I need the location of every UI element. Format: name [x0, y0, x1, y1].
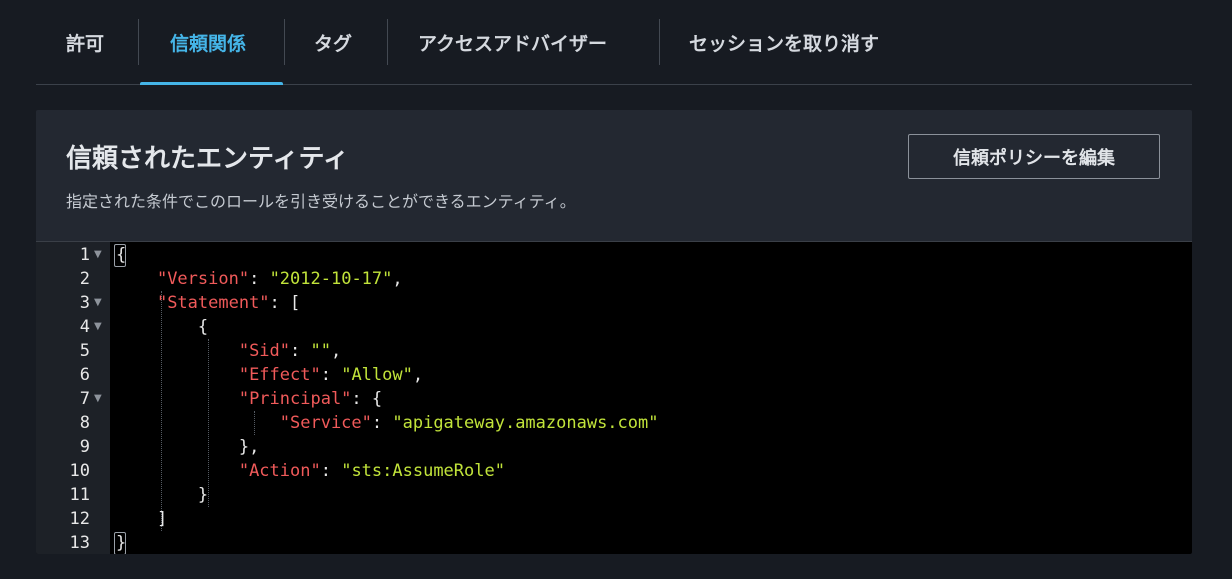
- fold-arrow-icon[interactable]: ▼: [94, 387, 102, 411]
- json-key: "Statement": [156, 293, 270, 313]
- code-line: {: [116, 315, 208, 339]
- code-line: "Service": "apigateway.amazonaws.com": [279, 413, 659, 433]
- line-number: 8: [79, 413, 90, 433]
- line-number: 1: [79, 245, 90, 265]
- code-line: },: [116, 435, 259, 459]
- edit-trust-policy-button[interactable]: 信頼ポリシーを編集: [908, 134, 1160, 179]
- code-token: }: [197, 485, 209, 505]
- tab-divider: [284, 19, 285, 65]
- json-string: "sts:AssumeRole": [341, 461, 505, 481]
- tab-label: 許可: [66, 32, 105, 55]
- code-token: {: [197, 317, 209, 337]
- code-token: {: [116, 245, 127, 265]
- code-line: "Statement": [: [156, 293, 301, 313]
- line-number: 5: [79, 341, 90, 361]
- line-number: 10: [69, 461, 90, 481]
- code-token: [: [290, 293, 301, 313]
- line-number: 4: [79, 317, 90, 337]
- tab-label: セッションを取り消す: [689, 32, 880, 55]
- tab-divider: [659, 19, 660, 65]
- line-number: 3: [79, 293, 90, 313]
- tab-bar: 許可 信頼関係 タグ アクセスアドバイザー セッションを取り消す: [36, 0, 1192, 85]
- tab-revoke-sessions[interactable]: セッションを取り消す: [689, 0, 879, 84]
- json-key: "Principal": [238, 389, 352, 409]
- tab-permissions[interactable]: 許可: [66, 0, 104, 84]
- json-key: "Effect": [238, 365, 321, 385]
- json-string: "": [310, 341, 331, 361]
- fold-arrow-icon[interactable]: ▼: [94, 243, 102, 267]
- active-tab-indicator: [140, 82, 283, 85]
- tab-label: タグ: [314, 32, 353, 55]
- fold-arrow-icon[interactable]: ▼: [94, 291, 102, 315]
- json-key: "Action": [238, 461, 321, 481]
- json-key: "Sid": [238, 341, 291, 361]
- trusted-entities-panel: 信頼されたエンティティ 指定された条件でこのロールを引き受けることができるエンテ…: [36, 110, 1192, 554]
- code-line: "Effect": "Allow",: [238, 365, 424, 385]
- fold-arrow-icon[interactable]: ▼: [94, 315, 102, 339]
- tab-divider: [387, 19, 388, 65]
- tab-label: アクセスアドバイザー: [418, 32, 608, 55]
- code-token: },: [238, 437, 260, 457]
- code-token: {: [371, 389, 383, 409]
- code-token: ]: [156, 509, 168, 529]
- code-line: "Version": "2012-10-17",: [156, 269, 403, 289]
- line-number: 13: [69, 533, 90, 553]
- json-key: "Version": [156, 269, 250, 289]
- tab-trust-relationships[interactable]: 信頼関係: [170, 0, 246, 84]
- code-line: }: [116, 531, 126, 554]
- panel-description: 指定された条件でこのロールを引き受けることができるエンティティ。: [66, 192, 576, 211]
- line-number: 9: [79, 437, 90, 457]
- code-line: }: [116, 483, 208, 507]
- code-line: "Sid": "",: [238, 341, 342, 361]
- json-key: "Service": [279, 413, 372, 433]
- panel-title: 信頼されたエンティティ: [66, 144, 349, 174]
- tab-label: 信頼関係: [170, 32, 247, 55]
- line-number-gutter: 1 ▼ 2 3 ▼ 4 ▼ 5 6 7 ▼ 8 9 10 11 12 13: [36, 242, 110, 554]
- json-string: "apigateway.amazonaws.com": [392, 413, 659, 433]
- tab-tags[interactable]: タグ: [314, 0, 352, 84]
- line-number: 7: [79, 389, 90, 409]
- tab-access-advisor[interactable]: アクセスアドバイザー: [418, 0, 607, 84]
- code-token: }: [116, 533, 127, 553]
- line-number: 11: [69, 485, 90, 505]
- code-editor[interactable]: 1 ▼ 2 3 ▼ 4 ▼ 5 6 7 ▼ 8 9 10 11 12 13 { …: [36, 241, 1192, 554]
- tab-divider: [138, 19, 139, 65]
- json-string: "Allow": [341, 365, 413, 385]
- json-string: "2012-10-17": [269, 269, 393, 289]
- panel-header: 信頼されたエンティティ 指定された条件でこのロールを引き受けることができるエンテ…: [36, 110, 1192, 241]
- code-line: {: [116, 243, 126, 267]
- line-number: 12: [69, 509, 90, 529]
- code-line: "Principal": {: [238, 389, 383, 409]
- code-line: ]: [116, 507, 167, 531]
- line-number: 6: [79, 365, 90, 385]
- code-line: "Action": "sts:AssumeRole": [238, 461, 505, 481]
- line-number: 2: [79, 269, 90, 289]
